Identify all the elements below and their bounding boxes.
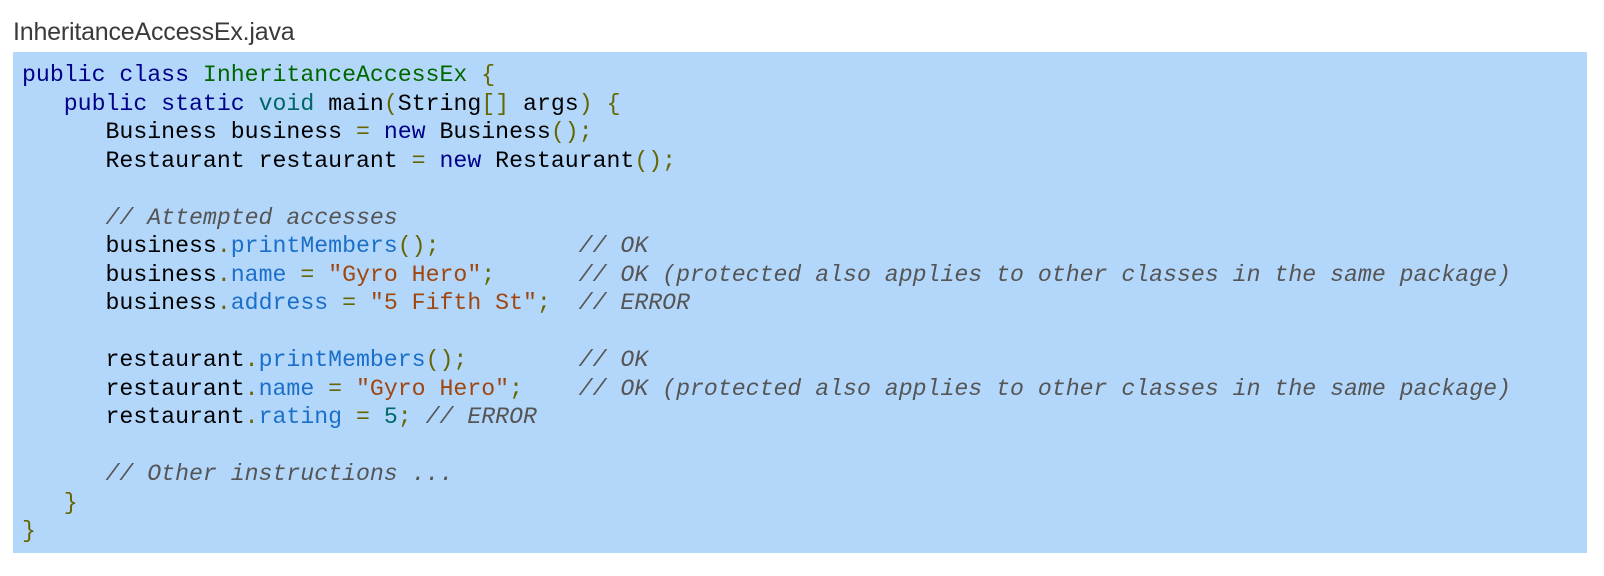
code-line: restaurant.printMembers(); // OK xyxy=(105,347,649,373)
code-line: restaurant.rating = 5; // ERROR xyxy=(105,404,537,430)
code-line: Business business = new Business(); xyxy=(105,119,593,145)
code-line: restaurant.name = "Gyro Hero"; // OK (pr… xyxy=(105,375,1511,402)
code-line: public static void main(String[] args) { xyxy=(63,90,621,117)
code-line: // Attempted accesses xyxy=(105,204,398,231)
code-line: business.name = "Gyro Hero"; // OK (prot… xyxy=(105,261,1511,288)
code-line: } xyxy=(22,518,36,544)
code-block: public class InheritanceAccessEx { publi… xyxy=(13,52,1587,553)
code-line: business.address = "5 Fifth St"; // ERRO… xyxy=(105,290,691,316)
code-line: // Other instructions ... xyxy=(105,461,454,487)
code-line: } xyxy=(63,489,78,516)
code-listing: public class InheritanceAccessEx { publi… xyxy=(22,61,1511,546)
code-line: Restaurant restaurant = new Restaurant()… xyxy=(105,147,677,174)
code-line: business.printMembers(); // OK xyxy=(105,233,649,259)
file-title: InheritanceAccessEx.java xyxy=(13,18,295,46)
code-line: public class InheritanceAccessEx { xyxy=(22,62,496,88)
